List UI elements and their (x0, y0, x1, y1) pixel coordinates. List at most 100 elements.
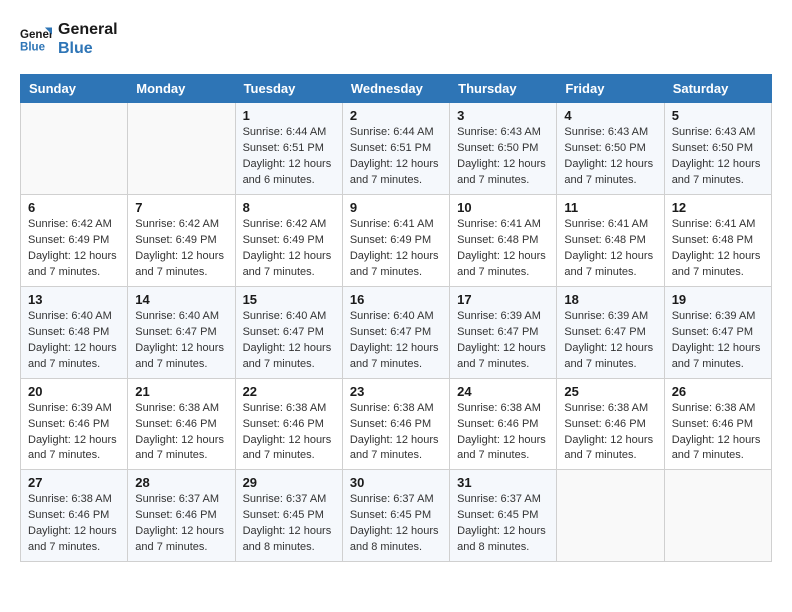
day-number: 18 (564, 292, 656, 307)
day-info: Sunrise: 6:38 AM Sunset: 6:46 PM Dayligh… (243, 401, 335, 465)
day-number: 20 (28, 384, 120, 399)
day-number: 21 (135, 384, 227, 399)
calendar-cell: 1 Sunrise: 6:44 AM Sunset: 6:51 PM Daylig… (235, 103, 342, 195)
day-info: Sunrise: 6:41 AM Sunset: 6:48 PM Dayligh… (564, 217, 656, 281)
day-info: Sunrise: 6:41 AM Sunset: 6:48 PM Dayligh… (672, 217, 764, 281)
weekday-header: Saturday (664, 75, 771, 103)
calendar-cell: 20Sunrise: 6:39 AM Sunset: 6:46 PM Dayli… (21, 378, 128, 470)
day-number: 14 (135, 292, 227, 307)
day-number: 7 (135, 200, 227, 215)
day-info: Sunrise: 6:39 AM Sunset: 6:47 PM Dayligh… (564, 309, 656, 373)
day-info: Sunrise: 6:38 AM Sunset: 6:46 PM Dayligh… (135, 401, 227, 465)
day-number: 8 (243, 200, 335, 215)
calendar-cell: 25Sunrise: 6:38 AM Sunset: 6:46 PM Dayli… (557, 378, 664, 470)
day-number: 2 (350, 108, 442, 123)
day-info: Sunrise: 6:41 AM Sunset: 6:48 PM Dayligh… (457, 217, 549, 281)
day-number: 28 (135, 475, 227, 490)
calendar-cell: 3Sunrise: 6:43 AM Sunset: 6:50 PM Daylig… (450, 103, 557, 195)
calendar-cell: 10 Sunrise: 6:41 AM Sunset: 6:48 PM Dayli… (450, 195, 557, 287)
calendar-cell (664, 470, 771, 562)
weekday-header: Thursday (450, 75, 557, 103)
calendar-cell: 30 Sunrise: 6:37 AM Sunset: 6:45 PM Dayli… (342, 470, 449, 562)
calendar-week-row: 27 Sunrise: 6:38 AM Sunset: 6:46 PM Dayli… (21, 470, 772, 562)
calendar-cell: 9 Sunrise: 6:41 AM Sunset: 6:49 PM Daylig… (342, 195, 449, 287)
calendar-cell: 17 Sunrise: 6:39 AM Sunset: 6:47 PM Dayli… (450, 286, 557, 378)
day-number: 1 (243, 108, 335, 123)
day-number: 5 (672, 108, 764, 123)
day-info: Sunrise: 6:38 AM Sunset: 6:46 PM Dayligh… (457, 401, 549, 465)
calendar-cell: 4Sunrise: 6:43 AM Sunset: 6:50 PM Daylig… (557, 103, 664, 195)
calendar-cell: 16 Sunrise: 6:40 AM Sunset: 6:47 PM Dayli… (342, 286, 449, 378)
day-number: 17 (457, 292, 549, 307)
svg-text:General: General (20, 29, 52, 41)
day-info: Sunrise: 6:37 AM Sunset: 6:45 PM Dayligh… (457, 492, 549, 556)
calendar-week-row: 13 Sunrise: 6:40 AM Sunset: 6:48 PM Dayli… (21, 286, 772, 378)
calendar-week-row: 6 Sunrise: 6:42 AM Sunset: 6:49 PM Daylig… (21, 195, 772, 287)
day-info: Sunrise: 6:39 AM Sunset: 6:47 PM Dayligh… (672, 309, 764, 373)
day-number: 31 (457, 475, 549, 490)
calendar-cell: 14 Sunrise: 6:40 AM Sunset: 6:47 PM Dayli… (128, 286, 235, 378)
day-info: Sunrise: 6:38 AM Sunset: 6:46 PM Dayligh… (564, 401, 656, 465)
calendar-cell: 24Sunrise: 6:38 AM Sunset: 6:46 PM Dayli… (450, 378, 557, 470)
page-header: General Blue General Blue (20, 20, 772, 58)
calendar-cell: 27 Sunrise: 6:38 AM Sunset: 6:46 PM Dayli… (21, 470, 128, 562)
logo-blue: Blue (58, 39, 118, 58)
weekday-header: Friday (557, 75, 664, 103)
weekday-header-row: SundayMondayTuesdayWednesdayThursdayFrid… (21, 75, 772, 103)
day-number: 9 (350, 200, 442, 215)
weekday-header: Tuesday (235, 75, 342, 103)
day-number: 10 (457, 200, 549, 215)
day-number: 27 (28, 475, 120, 490)
calendar-cell: 28 Sunrise: 6:37 AM Sunset: 6:46 PM Dayli… (128, 470, 235, 562)
calendar-cell (557, 470, 664, 562)
calendar-cell: 18 Sunrise: 6:39 AM Sunset: 6:47 PM Dayli… (557, 286, 664, 378)
day-info: Sunrise: 6:43 AM Sunset: 6:50 PM Dayligh… (457, 125, 549, 189)
logo-general: General (58, 20, 118, 39)
day-number: 12 (672, 200, 764, 215)
day-number: 23 (350, 384, 442, 399)
calendar-cell: 6 Sunrise: 6:42 AM Sunset: 6:49 PM Daylig… (21, 195, 128, 287)
day-number: 13 (28, 292, 120, 307)
day-info: Sunrise: 6:40 AM Sunset: 6:47 PM Dayligh… (350, 309, 442, 373)
calendar-cell: 12 Sunrise: 6:41 AM Sunset: 6:48 PM Dayli… (664, 195, 771, 287)
day-info: Sunrise: 6:44 AM Sunset: 6:51 PM Dayligh… (350, 125, 442, 189)
weekday-header: Sunday (21, 75, 128, 103)
calendar-week-row: 20Sunrise: 6:39 AM Sunset: 6:46 PM Dayli… (21, 378, 772, 470)
day-number: 6 (28, 200, 120, 215)
calendar-table: SundayMondayTuesdayWednesdayThursdayFrid… (20, 74, 772, 562)
calendar-cell: 22Sunrise: 6:38 AM Sunset: 6:46 PM Dayli… (235, 378, 342, 470)
calendar-week-row: 1 Sunrise: 6:44 AM Sunset: 6:51 PM Daylig… (21, 103, 772, 195)
day-info: Sunrise: 6:42 AM Sunset: 6:49 PM Dayligh… (135, 217, 227, 281)
svg-text:Blue: Blue (20, 42, 46, 53)
day-number: 30 (350, 475, 442, 490)
calendar-cell: 11Sunrise: 6:41 AM Sunset: 6:48 PM Dayli… (557, 195, 664, 287)
weekday-header: Wednesday (342, 75, 449, 103)
calendar-cell: 19 Sunrise: 6:39 AM Sunset: 6:47 PM Dayli… (664, 286, 771, 378)
calendar-cell: 5Sunrise: 6:43 AM Sunset: 6:50 PM Daylig… (664, 103, 771, 195)
day-number: 4 (564, 108, 656, 123)
day-info: Sunrise: 6:39 AM Sunset: 6:47 PM Dayligh… (457, 309, 549, 373)
day-number: 26 (672, 384, 764, 399)
day-info: Sunrise: 6:40 AM Sunset: 6:48 PM Dayligh… (28, 309, 120, 373)
calendar-cell (128, 103, 235, 195)
day-info: Sunrise: 6:40 AM Sunset: 6:47 PM Dayligh… (135, 309, 227, 373)
day-info: Sunrise: 6:37 AM Sunset: 6:46 PM Dayligh… (135, 492, 227, 556)
weekday-header: Monday (128, 75, 235, 103)
day-info: Sunrise: 6:40 AM Sunset: 6:47 PM Dayligh… (243, 309, 335, 373)
day-info: Sunrise: 6:41 AM Sunset: 6:49 PM Dayligh… (350, 217, 442, 281)
day-number: 19 (672, 292, 764, 307)
day-number: 16 (350, 292, 442, 307)
day-info: Sunrise: 6:42 AM Sunset: 6:49 PM Dayligh… (28, 217, 120, 281)
day-info: Sunrise: 6:37 AM Sunset: 6:45 PM Dayligh… (350, 492, 442, 556)
calendar-cell: 29Sunrise: 6:37 AM Sunset: 6:45 PM Dayli… (235, 470, 342, 562)
calendar-cell: 2 Sunrise: 6:44 AM Sunset: 6:51 PM Daylig… (342, 103, 449, 195)
calendar-cell (21, 103, 128, 195)
calendar-cell: 7 Sunrise: 6:42 AM Sunset: 6:49 PM Daylig… (128, 195, 235, 287)
day-info: Sunrise: 6:44 AM Sunset: 6:51 PM Dayligh… (243, 125, 335, 189)
day-info: Sunrise: 6:37 AM Sunset: 6:45 PM Dayligh… (243, 492, 335, 556)
calendar-cell: 26 Sunrise: 6:38 AM Sunset: 6:46 PM Dayli… (664, 378, 771, 470)
day-info: Sunrise: 6:42 AM Sunset: 6:49 PM Dayligh… (243, 217, 335, 281)
day-info: Sunrise: 6:38 AM Sunset: 6:46 PM Dayligh… (28, 492, 120, 556)
logo-icon: General Blue (20, 25, 52, 53)
day-info: Sunrise: 6:38 AM Sunset: 6:46 PM Dayligh… (672, 401, 764, 465)
